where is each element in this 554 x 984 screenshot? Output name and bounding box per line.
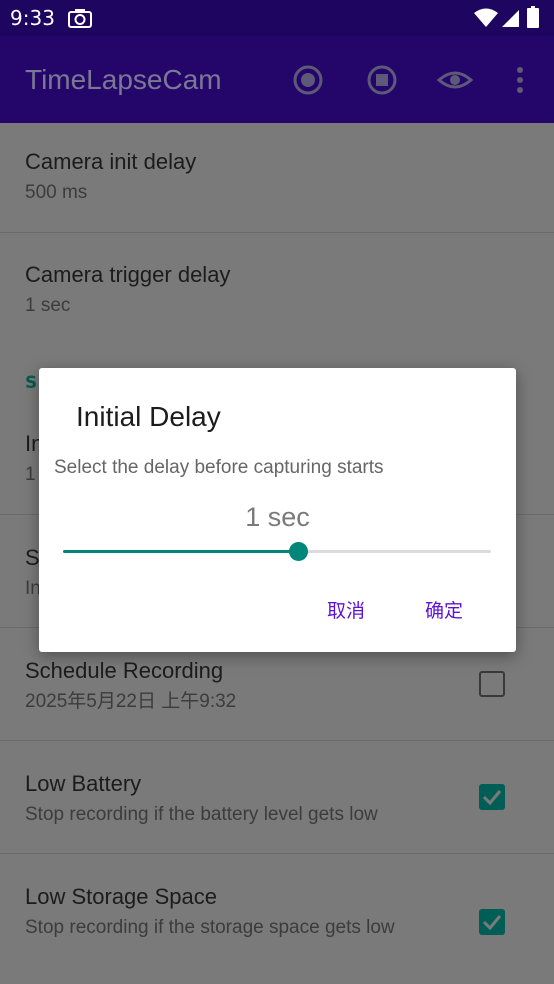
check-icon [482, 790, 502, 806]
app-title: TimeLapseCam [25, 64, 222, 95]
wifi-icon [474, 8, 498, 27]
status-bar: 9:33 [0, 0, 554, 36]
cell-signal-icon [502, 10, 519, 27]
record-icon[interactable] [290, 62, 326, 98]
setting-title: Low Battery [25, 771, 142, 796]
setting-summary: 1 [25, 464, 36, 485]
setting-summary: Stop recording if the storage space gets… [25, 917, 395, 938]
slider-fill [63, 550, 299, 553]
setting-title: Schedule Recording [25, 658, 224, 683]
slider-thumb[interactable] [289, 542, 309, 561]
setting-summary: 2025年5月22日 上午9:32 [25, 691, 237, 712]
initial-delay-dialog: Initial Delay Select the delay before ca… [39, 368, 516, 652]
camera-notification-icon [68, 9, 92, 28]
setting-camera-init-delay[interactable]: Camera init delay 500 ms [0, 123, 554, 233]
more-vert-icon[interactable] [502, 62, 538, 98]
setting-title: Camera init delay [25, 149, 197, 174]
dialog-message: Select the delay before capturing starts [54, 457, 384, 478]
setting-low-battery[interactable]: Low Battery Stop recording if the batter… [0, 741, 554, 854]
low-storage-checkbox[interactable] [479, 909, 505, 935]
preview-eye-icon[interactable] [437, 62, 473, 98]
delay-value: 1 sec [245, 502, 310, 532]
app-bar: TimeLapseCam [0, 36, 554, 123]
status-time: 9:33 [10, 6, 55, 30]
setting-summary: Stop recording if the battery level gets… [25, 804, 378, 825]
cancel-button[interactable]: 取消 [327, 596, 365, 623]
check-icon [482, 915, 502, 931]
stop-icon[interactable] [364, 62, 400, 98]
dialog-title: Initial Delay [76, 401, 221, 432]
battery-icon [527, 6, 539, 28]
setting-low-storage[interactable]: Low Storage Space Stop recording if the … [0, 854, 554, 984]
section-header: S [25, 373, 38, 393]
setting-summary: 1 sec [25, 295, 71, 316]
low-battery-checkbox[interactable] [479, 784, 505, 810]
schedule-recording-checkbox[interactable] [479, 671, 505, 697]
setting-title: Camera trigger delay [25, 262, 231, 287]
setting-camera-trigger-delay[interactable]: Camera trigger delay 1 sec [0, 233, 554, 346]
setting-summary: 500 ms [25, 182, 88, 203]
setting-title: Low Storage Space [25, 884, 218, 909]
ok-button[interactable]: 确定 [425, 596, 463, 623]
setting-title: S [25, 545, 40, 570]
delay-slider[interactable] [63, 540, 491, 564]
